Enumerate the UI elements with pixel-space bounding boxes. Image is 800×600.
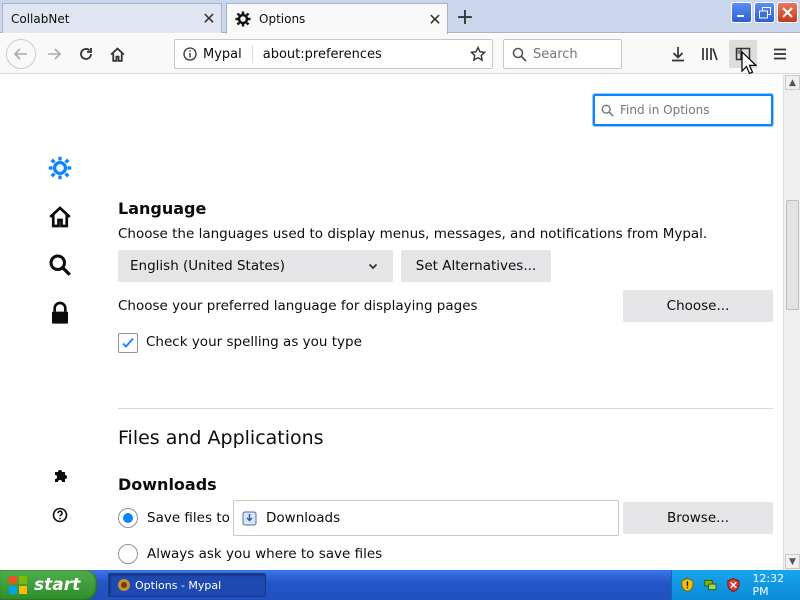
language-select[interactable]: English (United States) — [118, 250, 393, 282]
category-home-icon[interactable] — [46, 203, 74, 231]
windows-logo-icon — [9, 576, 27, 594]
save-files-label[interactable]: Save files to — [147, 510, 230, 526]
category-search-icon[interactable] — [46, 251, 74, 279]
download-folder-name: Downloads — [266, 510, 341, 526]
preferences-page: Language Choose the languages used to di… — [0, 75, 783, 570]
gear-icon — [235, 11, 251, 27]
preferred-language-description: Choose your preferred language for displ… — [118, 298, 478, 314]
section-divider — [118, 408, 773, 409]
language-select-value: English (United States) — [130, 258, 285, 274]
spell-check-label[interactable]: Check your spelling as you type — [146, 334, 362, 350]
network-icon[interactable] — [703, 577, 718, 593]
tab-strip: CollabNet ✕ Options ✕ + — [0, 0, 800, 34]
restore-button[interactable] — [754, 2, 775, 23]
choose-language-button[interactable]: Choose... — [623, 290, 773, 322]
vertical-scrollbar[interactable]: ▲ ▼ — [783, 75, 800, 570]
forward-arrow-icon — [48, 48, 62, 60]
search-icon — [601, 104, 614, 117]
security-shield-icon[interactable] — [680, 577, 695, 593]
always-ask-label[interactable]: Always ask you where to save files — [147, 546, 382, 562]
downloads-heading: Downloads — [118, 475, 217, 494]
library-icon — [702, 48, 718, 61]
back-button[interactable] — [6, 39, 36, 69]
new-tab-button[interactable]: + — [452, 5, 478, 30]
taskbar-item-label: Options - Mypal — [135, 578, 222, 592]
reload-icon — [80, 48, 92, 60]
url-bar[interactable]: Mypal about:preferences — [174, 39, 493, 69]
search-input[interactable] — [533, 46, 613, 62]
navigation-toolbar: Mypal about:preferences — [0, 34, 800, 74]
clock: 12:32 PM — [752, 572, 785, 598]
extensions-puzzle-icon[interactable] — [46, 462, 74, 490]
language-heading: Language — [118, 199, 207, 218]
category-general-gear-icon[interactable] — [46, 154, 74, 182]
help-icon[interactable] — [46, 501, 74, 529]
menu-button[interactable] — [766, 40, 794, 68]
language-description: Choose the languages used to display men… — [118, 226, 708, 242]
download-folder-icon — [242, 511, 257, 526]
home-button[interactable] — [103, 40, 131, 68]
checkmark-icon — [122, 337, 134, 348]
minimize-button[interactable] — [731, 2, 752, 23]
find-in-options-input[interactable] — [620, 103, 760, 117]
always-ask-radio[interactable] — [118, 544, 138, 564]
downloads-button[interactable] — [664, 40, 692, 68]
bookmark-star-icon[interactable] — [464, 46, 492, 62]
back-arrow-icon — [13, 48, 27, 60]
info-icon — [183, 47, 197, 61]
category-privacy-lock-icon[interactable] — [46, 299, 74, 327]
browse-button[interactable]: Browse... — [623, 502, 773, 534]
tab-title: CollabNet — [11, 11, 70, 26]
site-identity[interactable]: Mypal — [175, 45, 253, 63]
scroll-up-arrow-icon[interactable]: ▲ — [785, 75, 800, 90]
forward-button[interactable] — [40, 40, 68, 68]
tab-options[interactable]: Options ✕ — [226, 3, 448, 34]
system-tray: 12:32 PM — [671, 570, 800, 600]
home-icon — [110, 46, 124, 62]
spell-check-checkbox[interactable] — [118, 333, 138, 353]
tab-title: Options — [259, 12, 306, 26]
taskbar: start Options - Mypal 12:32 PM — [0, 570, 800, 600]
mypal-app-icon — [118, 579, 130, 591]
hamburger-menu-icon — [774, 48, 786, 60]
identity-label: Mypal — [203, 46, 242, 62]
search-icon — [512, 47, 527, 62]
url-text[interactable]: about:preferences — [253, 47, 464, 62]
tab-collabnet[interactable]: CollabNet ✕ — [2, 3, 222, 33]
window-close-button[interactable] — [777, 2, 798, 23]
start-label: start — [34, 575, 81, 595]
start-button[interactable]: start — [0, 570, 97, 600]
alert-shield-icon[interactable] — [726, 577, 741, 593]
files-applications-heading: Files and Applications — [118, 427, 324, 449]
mouse-cursor-icon — [741, 51, 757, 75]
chevron-down-icon — [368, 263, 378, 270]
download-folder-field: Downloads — [233, 500, 619, 536]
tab-close-icon[interactable]: ✕ — [197, 7, 221, 31]
reload-button[interactable] — [72, 40, 100, 68]
taskbar-item-options[interactable]: Options - Mypal — [108, 573, 266, 597]
library-button[interactable] — [696, 40, 724, 68]
save-files-radio[interactable] — [118, 508, 138, 528]
download-arrow-icon — [672, 47, 684, 62]
scrollbar-thumb[interactable] — [786, 200, 799, 310]
set-alternatives-button[interactable]: Set Alternatives... — [401, 250, 551, 282]
find-in-options-field[interactable] — [593, 94, 773, 126]
scroll-down-arrow-icon[interactable]: ▼ — [785, 554, 800, 569]
tab-close-icon[interactable]: ✕ — [423, 7, 447, 31]
search-bar[interactable] — [503, 39, 622, 69]
